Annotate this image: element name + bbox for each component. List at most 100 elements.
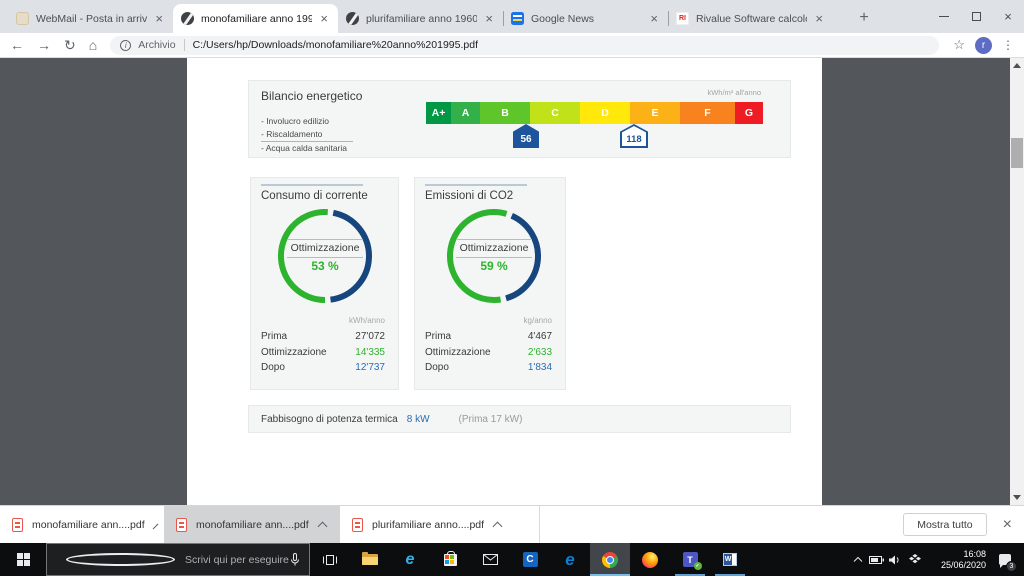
minimize-button[interactable] [928, 0, 960, 32]
file-explorer-button[interactable] [350, 543, 390, 576]
home-button[interactable]: ⌂ [89, 38, 97, 52]
profile-avatar[interactable]: r [975, 37, 992, 54]
browser-toolbar: ← → ↻ ⌂ i Archivio C:/Users/hp/Downloads… [0, 33, 1024, 58]
tab-3[interactable]: plurifamiliare anno 1960.pd× [338, 4, 503, 33]
file-explorer-icon [362, 554, 378, 565]
tab-close-icon[interactable]: × [153, 12, 165, 25]
internet-explorer-button[interactable]: e [390, 543, 430, 576]
address-separator [184, 39, 185, 51]
downloads-close-button[interactable]: × [1003, 516, 1012, 534]
row-label: Dopo [425, 362, 528, 373]
chrome-button[interactable] [590, 543, 630, 576]
c-app-button[interactable]: C [510, 543, 550, 576]
store-button[interactable] [430, 543, 470, 576]
info-icon[interactable]: i [120, 40, 131, 51]
menu-button[interactable]: ⋮ [1002, 38, 1014, 52]
clock[interactable]: 16:08 25/06/2020 [930, 549, 986, 571]
webmail-icon [16, 12, 29, 25]
system-tray: 16:08 25/06/2020 3 [848, 543, 1024, 576]
internet-explorer-icon: e [406, 552, 415, 568]
card-table: kWh/annoPrima27'072Ottimizzazione14'335D… [251, 316, 398, 376]
back-button[interactable]: ← [10, 38, 24, 52]
gnews-icon [511, 12, 524, 25]
energy-class-b: B [480, 102, 530, 124]
tab-2[interactable]: monofamiliare anno 1995.p× [173, 4, 338, 33]
scrollbar-thumb[interactable] [1011, 138, 1023, 168]
energy-class-f: F [680, 102, 735, 124]
energy-class-a: A [451, 102, 480, 124]
energy-class-label: G [745, 107, 753, 119]
table-row: Dopo12'737 [251, 360, 398, 376]
donut-chart: Ottimizzazione59 % [439, 201, 549, 311]
battery-icon [869, 556, 884, 564]
tab-title: WebMail - Posta in arrivo - [36, 13, 147, 25]
row-value: 2'633 [528, 347, 552, 358]
table-row: Prima27'072 [251, 329, 398, 345]
tab-1[interactable]: WebMail - Posta in arrivo - × [8, 4, 173, 33]
card-topline [425, 184, 527, 186]
downloads-bar: monofamiliare ann....pdf monofamiliare an… [0, 505, 1024, 543]
tab-close-icon[interactable]: × [813, 12, 825, 25]
maximize-button[interactable] [960, 0, 992, 32]
card-2: Emissioni di CO2Ottimizzazione59 %kg/ann… [414, 177, 566, 390]
energy-class-a+: A+ [426, 102, 451, 124]
pdf-globe-icon [346, 12, 359, 25]
download-item[interactable]: plurifamiliare anno....pdf [340, 506, 540, 543]
notification-badge: 3 [1006, 561, 1017, 572]
hidden-icons-button[interactable] [848, 543, 867, 576]
table-unit: kWh/anno [251, 316, 398, 329]
tab-close-icon[interactable]: × [483, 12, 495, 25]
table-row: Ottimizzazione2'633 [415, 345, 565, 361]
start-button[interactable] [0, 543, 46, 576]
reload-button[interactable]: ↻ [64, 38, 76, 52]
energy-item: - Acqua calda sanitaria [261, 142, 353, 155]
mail-button[interactable] [470, 543, 510, 576]
volume-button[interactable] [886, 543, 905, 576]
energy-class-c: C [530, 102, 580, 124]
address-bar[interactable]: i Archivio C:/Users/hp/Downloads/monofam… [110, 36, 939, 55]
tab-4[interactable]: Google News× [503, 4, 668, 33]
bookmark-star-button[interactable]: ☆ [953, 37, 965, 53]
chrome-icon [602, 552, 618, 568]
word-button[interactable]: W [710, 543, 750, 576]
firefox-icon [642, 552, 658, 568]
scrollbar[interactable] [1010, 58, 1024, 505]
energy-class-label: C [551, 107, 559, 119]
energy-class-d: D [580, 102, 630, 124]
row-label: Dopo [261, 362, 355, 373]
minimize-icon [939, 16, 949, 17]
tab-close-icon[interactable]: × [648, 12, 660, 25]
download-name: monofamiliare ann....pdf [196, 519, 309, 531]
scroll-down-icon[interactable] [1013, 495, 1021, 500]
pdf-globe-icon [181, 12, 194, 25]
pdf-file-icon [12, 518, 23, 532]
dropbox-button[interactable] [905, 543, 924, 576]
battery-button[interactable] [867, 543, 886, 576]
download-item[interactable]: monofamiliare ann....pdf [164, 506, 340, 543]
tab-close-icon[interactable]: × [318, 12, 330, 25]
chevron-up-icon[interactable] [317, 521, 327, 531]
new-tab-button[interactable]: + [852, 6, 876, 30]
firefox-button[interactable] [630, 543, 670, 576]
address-url: C:/Users/hp/Downloads/monofamiliare%20an… [193, 39, 478, 51]
download-item[interactable]: monofamiliare ann....pdf [0, 506, 164, 543]
window-controls: × [928, 0, 1024, 32]
notification-button[interactable]: 3 [992, 543, 1018, 576]
forward-button[interactable]: → [37, 38, 51, 52]
chevron-up-icon[interactable] [152, 523, 158, 529]
task-view-button[interactable] [310, 543, 350, 576]
store-icon [444, 554, 457, 566]
tab-5[interactable]: RIRivalue Software calcolo fal× [668, 4, 833, 33]
scroll-up-icon[interactable] [1013, 63, 1021, 68]
download-name: plurifamiliare anno....pdf [372, 519, 484, 531]
row-label: Prima [261, 331, 355, 342]
row-value: 27'072 [355, 331, 385, 342]
close-button[interactable]: × [992, 0, 1024, 32]
teams-button[interactable]: T [670, 543, 710, 576]
chevron-up-icon[interactable] [493, 521, 503, 531]
edge-button[interactable]: e [550, 543, 590, 576]
show-all-button[interactable]: Mostra tutto [903, 513, 986, 536]
taskbar-search[interactable]: Scrivi qui per eseguire la ricerca [46, 543, 310, 576]
mail-icon [483, 554, 498, 565]
energy-balance-panel: Bilancio energetico - Involucro edilizio… [248, 80, 791, 158]
